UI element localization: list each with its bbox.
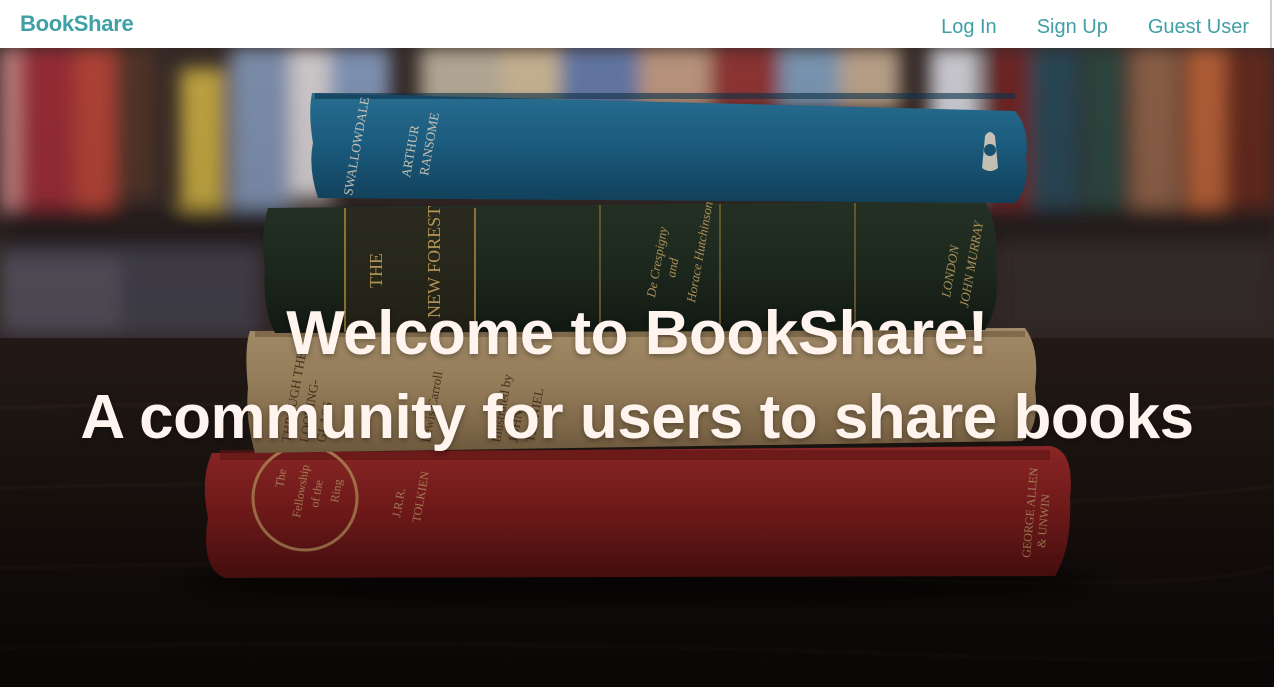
hero-section: The Fellowship of the Ring J.R.R. TOLKIE… [0,48,1274,687]
guest-user-link[interactable]: Guest User [1148,15,1249,39]
signup-link[interactable]: Sign Up [1037,15,1108,39]
top-navbar: BookShare Log In Sign Up Guest User [0,0,1272,48]
brand-logo-link[interactable]: BookShare [20,11,134,37]
hero-title: Welcome to BookShare! [286,299,988,368]
login-link[interactable]: Log In [941,15,997,39]
hero-heading: Welcome to BookShare! A community for us… [0,292,1274,460]
nav-links: Log In Sign Up Guest User [901,15,1249,39]
app-root: BookShare Log In Sign Up Guest User Welc… [0,0,1274,687]
hero-subtitle: A community for users to share books [80,383,1194,452]
